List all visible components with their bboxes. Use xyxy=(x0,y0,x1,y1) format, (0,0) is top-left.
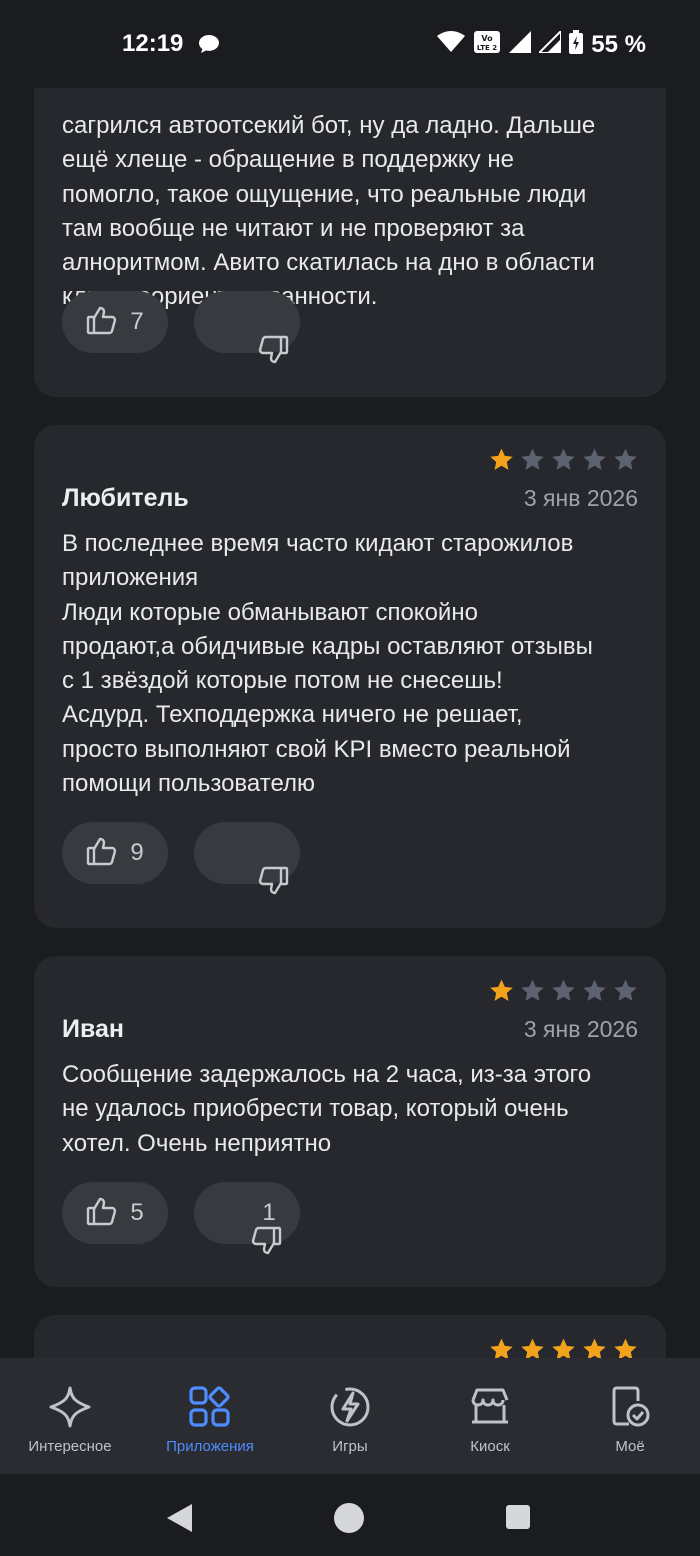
home-icon[interactable] xyxy=(334,1503,364,1533)
status-bar: 12:19 Vo LTE 2 55 % xyxy=(0,0,700,88)
review-author: Иван xyxy=(62,1015,125,1043)
dislike-button[interactable]: 1 xyxy=(194,1182,300,1254)
like-count: 7 xyxy=(130,308,144,335)
star-filled-icon xyxy=(490,1338,513,1358)
nav-item-games[interactable]: Игры xyxy=(280,1358,420,1474)
volte-icon: Vo LTE 2 xyxy=(473,30,501,59)
star-filled-icon xyxy=(552,1338,575,1358)
like-button[interactable]: 5 xyxy=(62,1182,168,1244)
star-empty-icon xyxy=(583,979,606,1001)
nav-item-mine[interactable]: Моё xyxy=(560,1358,700,1474)
kiosk-store-icon xyxy=(471,1388,509,1424)
review-author: Любитель xyxy=(62,484,189,512)
star-empty-icon xyxy=(583,448,606,470)
star-empty-icon xyxy=(614,979,637,1001)
star-empty-icon xyxy=(614,448,637,470)
thumbs-down-icon xyxy=(225,305,289,363)
star-filled-icon xyxy=(490,979,513,1001)
signal-icon xyxy=(509,31,532,58)
svg-text:LTE 2: LTE 2 xyxy=(477,44,497,52)
back-icon[interactable] xyxy=(166,1503,194,1538)
nav-item-interesting[interactable]: Интересное xyxy=(0,1358,140,1474)
dislike-count: 1 xyxy=(262,1199,276,1226)
review-card: Любитель 3 янв 2026 В последнее время ча… xyxy=(34,425,666,928)
star-filled-icon xyxy=(521,1338,544,1358)
star-empty-icon xyxy=(552,448,575,470)
review-card: Иван 3 янв 2026 Сообщение задержалось на… xyxy=(34,956,666,1287)
star-empty-icon xyxy=(552,979,575,1001)
thumbs-down-icon xyxy=(225,836,289,894)
thumbs-up-icon xyxy=(86,836,118,871)
review-text: сагрился автоотсекий бот, ну да ладно. Д… xyxy=(62,112,596,310)
dislike-button[interactable] xyxy=(194,822,300,894)
status-icons: Vo LTE 2 55 % xyxy=(437,28,646,59)
svg-text:Vo: Vo xyxy=(482,34,494,43)
like-count: 9 xyxy=(130,839,144,866)
review-date: 3 янв 2026 xyxy=(523,485,638,511)
nav-item-apps[interactable]: Приложения xyxy=(140,1358,280,1474)
thumbs-down-icon xyxy=(218,1196,282,1254)
reviews-list[interactable]: сагрился автоотсекий бот, ну да ладно. Д… xyxy=(0,88,700,1358)
review-card xyxy=(34,1315,666,1358)
dislike-button[interactable] xyxy=(194,291,300,363)
like-count: 5 xyxy=(130,1199,144,1226)
like-button[interactable]: 7 xyxy=(62,291,168,353)
nav-label: Киоск xyxy=(470,1438,510,1455)
apps-grid-icon xyxy=(189,1386,230,1427)
review-text: Сообщение задержалось на 2 часа, из-за э… xyxy=(62,1061,592,1157)
review-card: сагрился автоотсекий бот, ну да ладно. Д… xyxy=(34,88,666,397)
thumbs-up-icon xyxy=(86,1196,118,1231)
like-button[interactable]: 9 xyxy=(62,822,168,884)
star-empty-icon xyxy=(521,979,544,1001)
rating-stars xyxy=(489,978,638,1003)
nav-label: Интересное xyxy=(28,1438,112,1455)
nav-label: Игры xyxy=(332,1438,368,1455)
rating-stars xyxy=(489,1337,638,1358)
games-icon xyxy=(330,1387,370,1427)
battery-percent: 55 % xyxy=(591,30,646,58)
thumbs-up-icon xyxy=(86,305,118,340)
status-time: 12:19 xyxy=(122,30,184,57)
nav-item-kiosk[interactable]: Киоск xyxy=(420,1358,560,1474)
sparkle-icon xyxy=(49,1386,91,1428)
star-filled-icon xyxy=(614,1338,637,1358)
star-filled-icon xyxy=(490,448,513,470)
nav-label: Моё xyxy=(615,1438,645,1455)
battery-icon xyxy=(569,30,584,59)
review-text: В последнее время часто кидают старожило… xyxy=(62,530,593,798)
recent-apps-icon[interactable] xyxy=(506,1505,530,1529)
nav-label: Приложения xyxy=(166,1438,254,1455)
star-empty-icon xyxy=(521,448,544,470)
signal-icon xyxy=(536,28,563,58)
wifi-icon xyxy=(437,31,466,58)
star-filled-icon xyxy=(583,1338,606,1358)
bottom-navigation: Интересное Приложения Игры Киоск Моё xyxy=(0,1358,700,1474)
my-apps-icon xyxy=(612,1386,650,1427)
review-date: 3 янв 2026 xyxy=(523,1016,638,1042)
rating-stars xyxy=(489,447,638,472)
chat-icon xyxy=(198,34,220,59)
system-navigation-bar xyxy=(0,1474,700,1556)
